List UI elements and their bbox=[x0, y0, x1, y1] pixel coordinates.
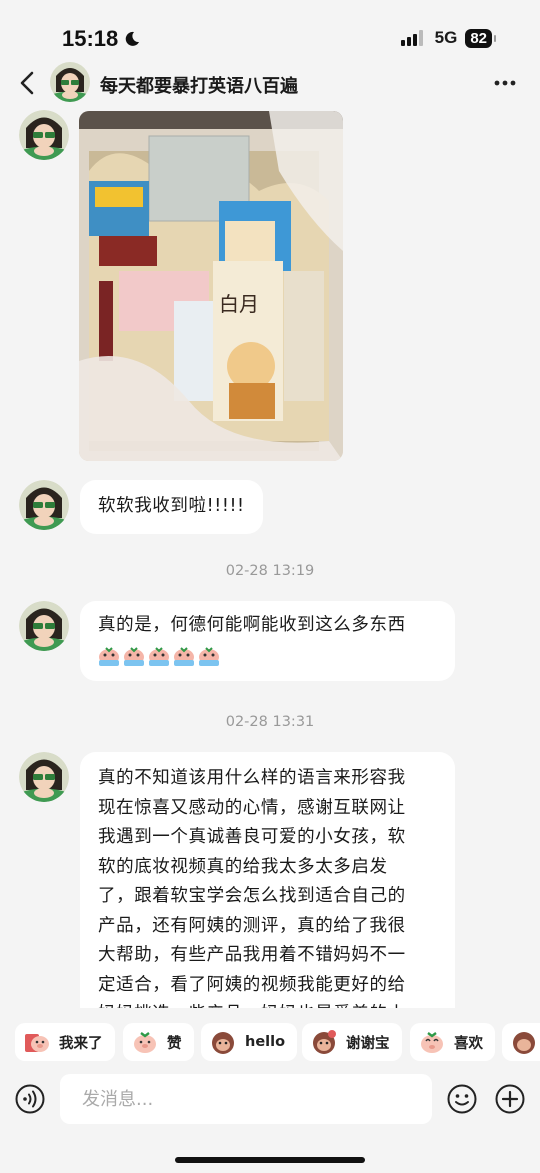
message-timestamp: 02-28 13:19 bbox=[225, 563, 315, 579]
clock-text: 15:18 bbox=[62, 26, 119, 51]
message-bubble[interactable]: 真的不知道该用什么样的语言来形容我 现在惊喜又感动的心情，感谢互联网让 我遇到一… bbox=[80, 752, 455, 1008]
message-line: 定适合，看了阿姨的视频我能更好的给 bbox=[98, 974, 406, 995]
pig-waving-icon bbox=[25, 1034, 49, 1052]
chat-title: 每天都要暴打英语八百遍 bbox=[100, 76, 298, 97]
quick-reply-chip-more[interactable] bbox=[502, 1023, 540, 1061]
emoji-row bbox=[98, 645, 437, 667]
message-bubble[interactable]: 软软我收到啦!!!!! bbox=[80, 480, 263, 534]
quick-reply-label: 喜欢 bbox=[454, 1035, 483, 1052]
chat-messages: 白月 软软我收到啦!!!!! 02-28 13:19 真的是，何德何能啊能收到这… bbox=[0, 108, 540, 1008]
sender-avatar[interactable] bbox=[19, 752, 69, 802]
pig-love-icon bbox=[421, 1032, 443, 1053]
monkey-hello-icon bbox=[212, 1032, 234, 1054]
monkey-thanks-icon bbox=[313, 1030, 336, 1054]
quick-reply-chip[interactable]: 我来了 bbox=[15, 1023, 115, 1061]
message-line: 我遇到一个真诚善良可爱的小女孩，软 bbox=[98, 827, 406, 847]
svg-text:白月: 白月 bbox=[219, 292, 259, 316]
plus-button[interactable] bbox=[495, 1084, 525, 1114]
sender-avatar[interactable] bbox=[19, 110, 69, 160]
emoji-button[interactable] bbox=[447, 1084, 477, 1114]
back-button[interactable] bbox=[16, 70, 40, 96]
message-line: 妈妈挑选一些产品，妈妈也是爱美的小 bbox=[98, 1000, 437, 1008]
chat-header: 每天都要暴打英语八百遍 bbox=[0, 58, 540, 108]
message-line: 产品，还有阿姨的测评，真的给了我很 bbox=[98, 915, 406, 936]
message-text: 真的是，何德何能啊能收到这么多东西 bbox=[98, 615, 406, 635]
message-line: 软的底妆视频真的给我太多太多启发 bbox=[98, 856, 388, 877]
crying-emoji-icon bbox=[149, 646, 169, 666]
message-line: 了，跟着软宝学会怎么找到适合自己的 bbox=[98, 886, 406, 906]
home-indicator bbox=[175, 1157, 365, 1163]
quick-reply-label: hello bbox=[245, 1034, 286, 1050]
quick-reply-chip[interactable]: 喜欢 bbox=[410, 1023, 495, 1061]
gift-box-photo[interactable]: 白月 bbox=[79, 111, 343, 461]
monkey-icon bbox=[513, 1032, 535, 1054]
battery-icon: 82 bbox=[465, 28, 496, 48]
more-options-button[interactable] bbox=[494, 80, 516, 86]
network-label: 5G bbox=[434, 28, 458, 47]
message-timestamp: 02-28 13:31 bbox=[225, 714, 315, 730]
message-bubble[interactable]: 真的是，何德何能啊能收到这么多东西 bbox=[80, 601, 455, 681]
input-bar bbox=[0, 1074, 540, 1173]
battery-level: 82 bbox=[470, 29, 487, 47]
quick-reply-chip[interactable]: 赞 bbox=[123, 1023, 194, 1061]
status-indicators: 5G 82 bbox=[400, 28, 496, 48]
sender-avatar[interactable] bbox=[19, 480, 69, 530]
message-input[interactable] bbox=[60, 1074, 432, 1124]
message-line: 大帮助，有些产品我用着不错妈妈不一 bbox=[98, 945, 406, 965]
crying-emoji-icon bbox=[174, 646, 194, 666]
quick-reply-label: 我来了 bbox=[59, 1035, 103, 1052]
gift-box-image: 白月 bbox=[79, 111, 343, 461]
crying-emoji-icon bbox=[124, 646, 144, 666]
quick-reply-chip[interactable]: hello bbox=[201, 1023, 298, 1061]
contact-avatar[interactable] bbox=[50, 62, 90, 102]
sender-avatar[interactable] bbox=[19, 601, 69, 651]
quick-reply-label: 谢谢宝 bbox=[346, 1035, 390, 1052]
quick-reply-label: 赞 bbox=[167, 1035, 182, 1052]
message-line: 真的不知道该用什么样的语言来形容我 bbox=[98, 768, 406, 788]
message-text: 软软我收到啦!!!!! bbox=[98, 496, 245, 516]
voice-input-button[interactable] bbox=[15, 1084, 45, 1114]
quick-reply-bar: 我来了 赞 hello 谢谢宝 喜欢 bbox=[0, 1008, 540, 1074]
quick-reply-chip[interactable]: 谢谢宝 bbox=[302, 1023, 402, 1061]
pig-thumbs-up-icon bbox=[134, 1032, 156, 1053]
status-time: 15:18 bbox=[62, 26, 140, 52]
crying-emoji-icon bbox=[99, 646, 119, 666]
moon-icon bbox=[126, 31, 140, 46]
signal-icon bbox=[400, 30, 423, 46]
crying-emoji-icon bbox=[199, 646, 219, 666]
message-line: 现在惊喜又感动的心情，感谢互联网让 bbox=[98, 797, 406, 818]
